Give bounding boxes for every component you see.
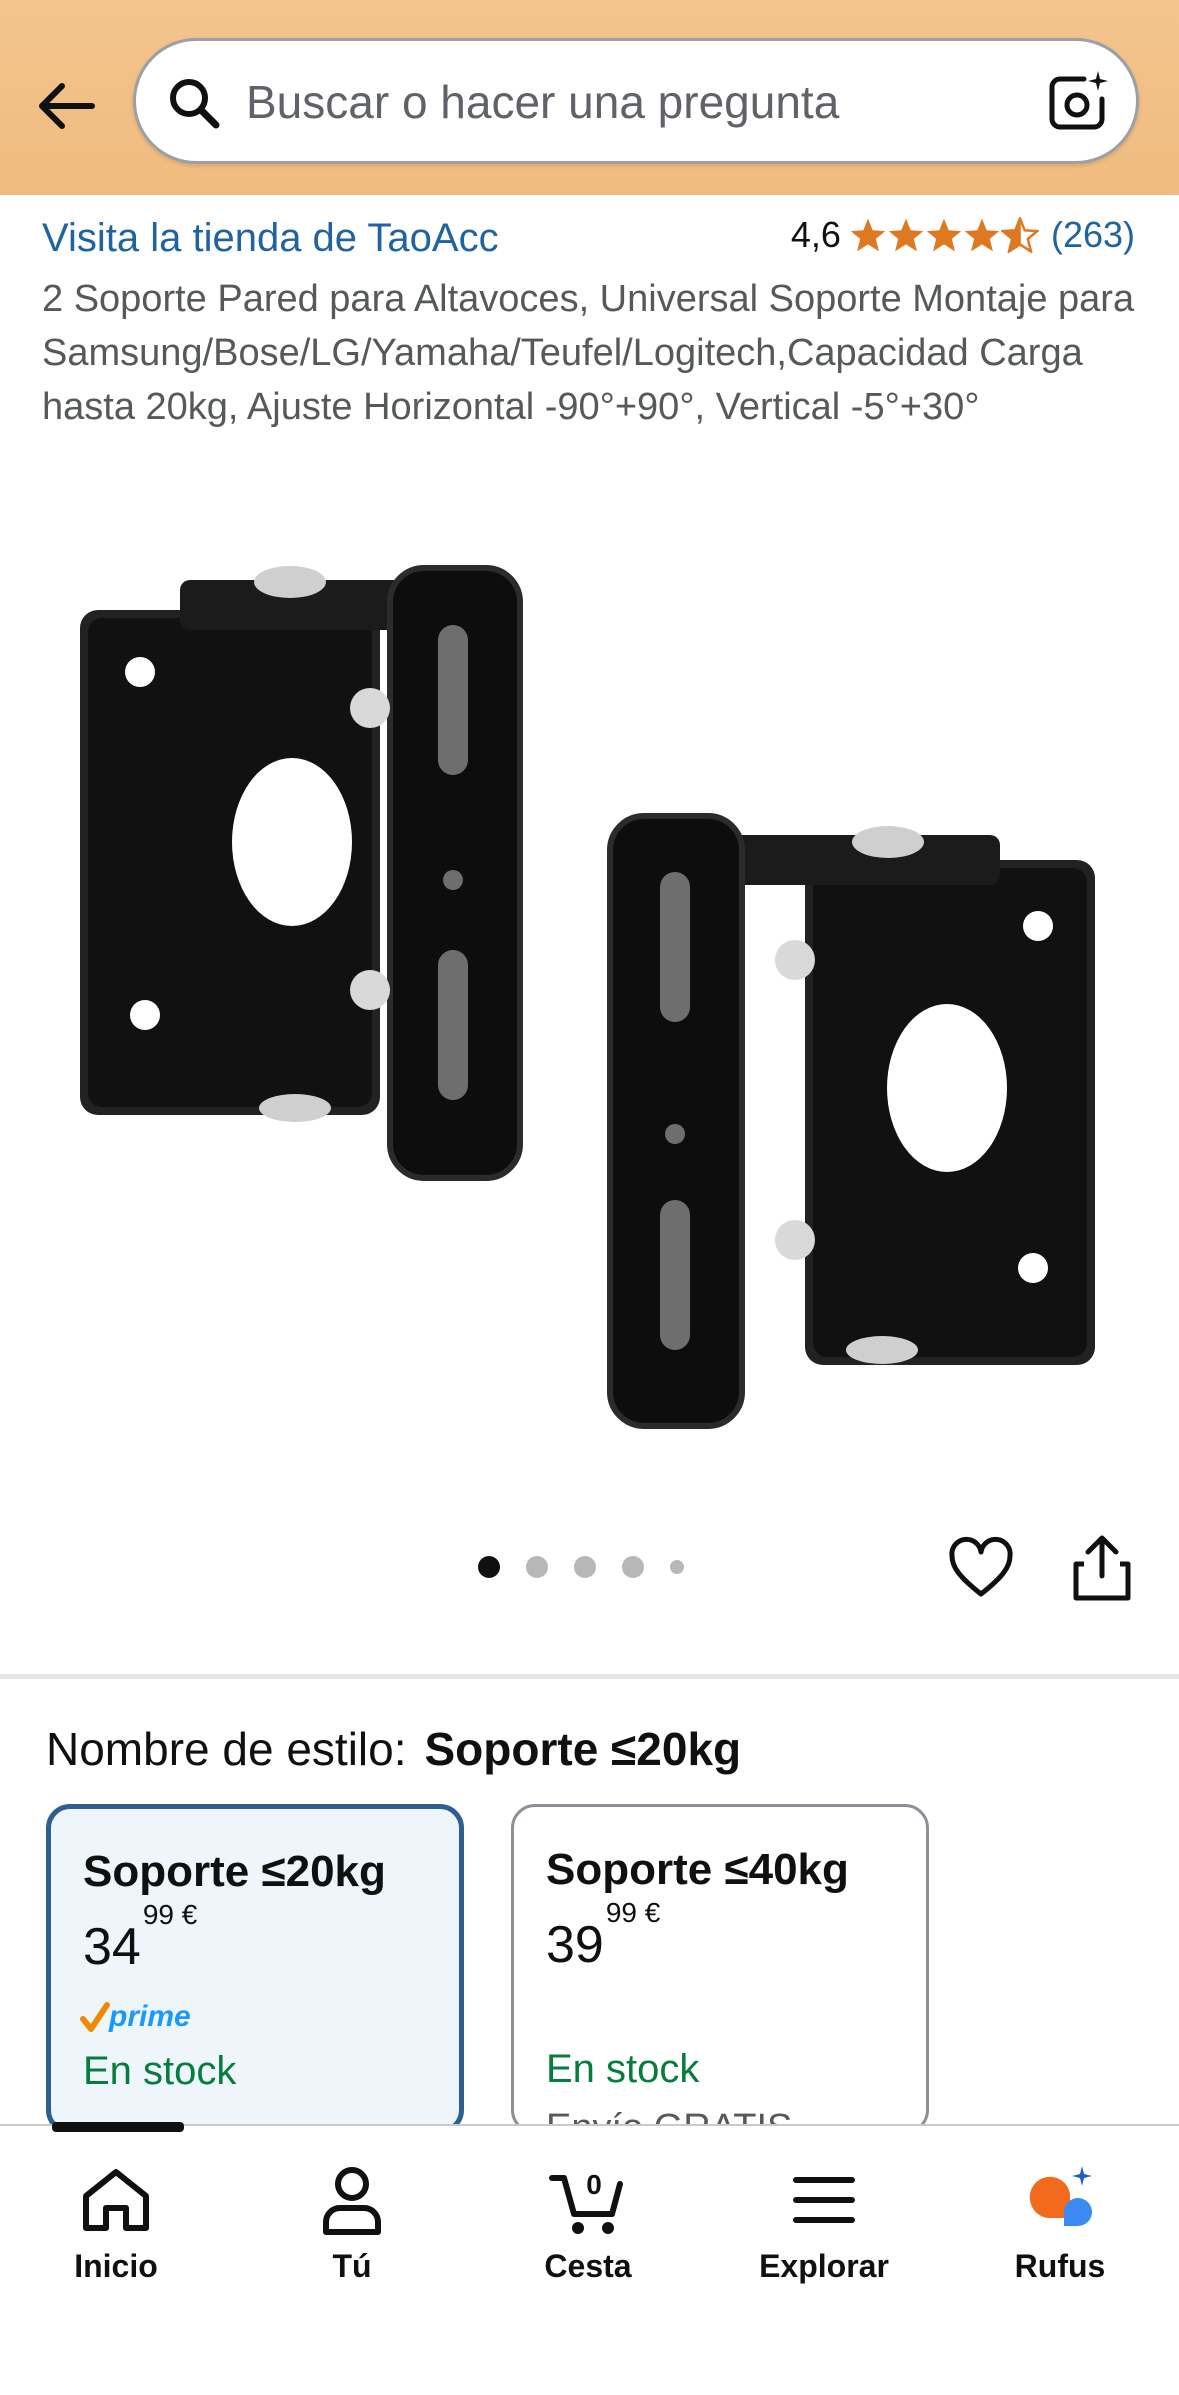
back-button[interactable]	[30, 70, 102, 142]
search-icon	[170, 79, 220, 129]
product-image[interactable]	[70, 560, 1110, 1460]
stock-status: En stock	[546, 2047, 700, 2091]
rating-summary[interactable]: 4,6 (263)	[791, 214, 1135, 256]
style-label-text: Nombre de estilo:	[46, 1723, 407, 1775]
style-option-20kg[interactable]: Soporte ≤20kg 3499 € prime En stock	[46, 1804, 464, 2134]
price-currency: €	[181, 1898, 198, 1930]
rating-value: 4,6	[790, 214, 841, 255]
prime-badge: prime	[79, 1997, 209, 2042]
cart-badge: 0	[586, 2169, 602, 2200]
rating-stars	[849, 217, 1039, 253]
search-bar[interactable]: Buscar o hacer una pregunta	[133, 38, 1139, 164]
style-selected-value: Soporte ≤20kg	[424, 1723, 742, 1775]
style-option-40kg[interactable]: Soporte ≤40kg 3999 € En stock Envío GRAT…	[511, 1804, 929, 2134]
store-link[interactable]: Visita la tienda de TaoAcc	[42, 216, 499, 261]
rufus-icon	[1029, 2166, 1092, 2226]
tab-label: Inicio	[74, 2248, 158, 2284]
carousel-dot[interactable]	[526, 1556, 548, 1578]
user-icon	[323, 2167, 381, 2235]
carousel-dot[interactable]	[478, 1556, 500, 1578]
bracket-right	[607, 813, 1095, 1429]
menu-icon	[793, 2177, 855, 2223]
star-icon	[850, 218, 886, 252]
carousel-dot[interactable]	[574, 1556, 596, 1578]
style-option-name: Soporte ≤20kg	[83, 1847, 386, 1896]
price-fraction: 99	[142, 1898, 174, 1930]
style-option-name: Soporte ≤40kg	[546, 1845, 849, 1894]
bracket-left	[80, 565, 523, 1181]
heart-icon[interactable]	[948, 1536, 1014, 1602]
section-divider	[0, 1674, 1179, 1679]
price-currency: €	[644, 1896, 661, 1928]
arrow-left-icon	[39, 83, 95, 129]
camera-lens-icon[interactable]	[1044, 69, 1110, 135]
star-icon	[888, 218, 924, 252]
home-icon	[83, 2169, 149, 2231]
carousel-dot[interactable]	[622, 1556, 644, 1578]
tab-label: Cesta	[544, 2248, 632, 2284]
tab-explorar[interactable]: Explorar	[724, 2160, 924, 2285]
star-icon	[964, 218, 1000, 252]
bottom-tab-bar: Inicio Tú 0 Cesta Explorar Rufus	[0, 2124, 1179, 2395]
carousel-dot[interactable]	[670, 1560, 684, 1574]
prime-text: prime	[108, 2000, 191, 2033]
tab-selected-indicator	[52, 2122, 184, 2132]
tab-tu[interactable]: Tú	[252, 2160, 452, 2285]
product-title: 2 Soporte Pared para Altavoces, Universa…	[42, 278, 1135, 428]
price-whole: 34	[83, 1918, 141, 1976]
share-icon[interactable]	[1070, 1534, 1134, 1602]
rating-count[interactable]: (263)	[1051, 214, 1135, 256]
star-half-icon	[1000, 217, 1039, 253]
tab-rufus[interactable]: Rufus	[960, 2160, 1160, 2285]
image-carousel-dots[interactable]	[478, 1556, 710, 1578]
style-option-price: 3999 €	[546, 1897, 660, 1975]
style-option-price: 3499 €	[83, 1899, 197, 1977]
cart-icon: 0	[549, 2169, 623, 2234]
tab-label: Rufus	[1014, 2248, 1106, 2284]
price-fraction: 99	[605, 1896, 637, 1928]
header-bar: Buscar o hacer una pregunta	[0, 0, 1179, 195]
style-label: Nombre de estilo: Soporte ≤20kg	[46, 1722, 741, 1776]
tab-label: Tú	[332, 2248, 372, 2284]
star-icon	[926, 218, 962, 252]
tab-label: Explorar	[759, 2248, 889, 2284]
tab-cesta[interactable]: 0 Cesta	[488, 2160, 688, 2285]
search-input[interactable]: Buscar o hacer una pregunta	[246, 71, 839, 133]
tab-inicio[interactable]: Inicio	[16, 2160, 216, 2285]
price-whole: 39	[546, 1916, 604, 1974]
stock-status: En stock	[83, 2049, 237, 2093]
